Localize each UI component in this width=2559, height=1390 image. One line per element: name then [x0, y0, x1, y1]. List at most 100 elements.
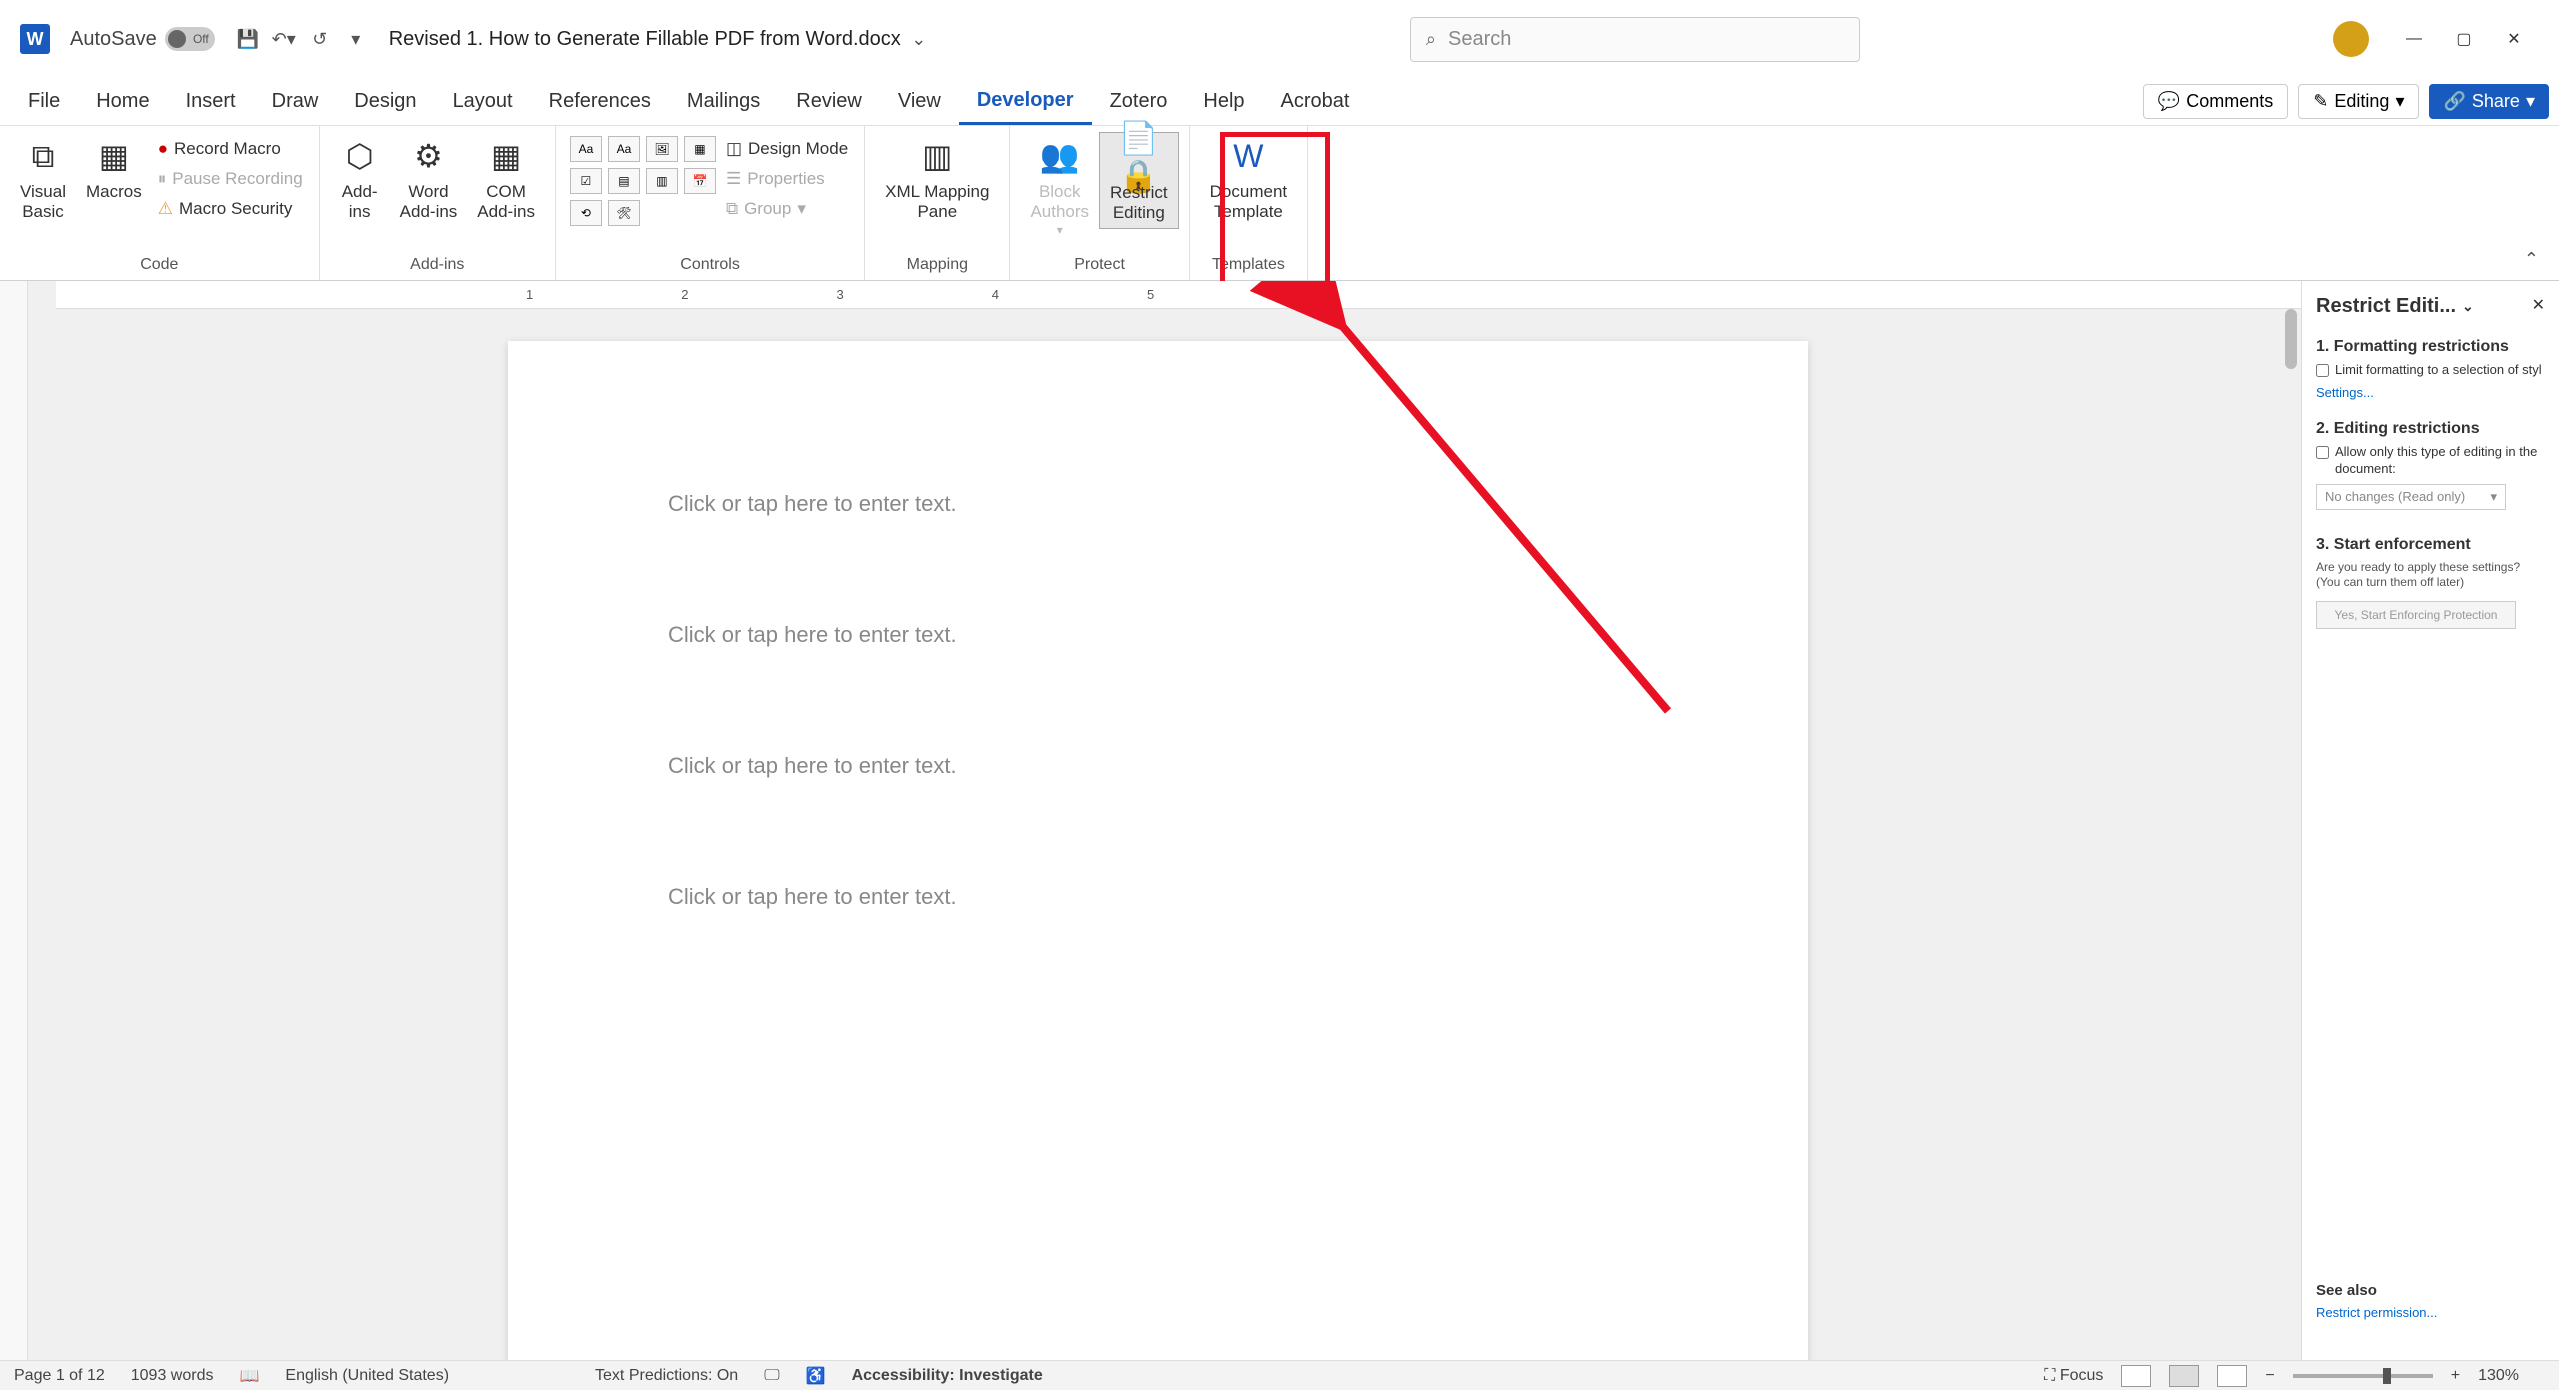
zoom-out-button[interactable]: − — [2265, 1367, 2274, 1385]
date-picker-control-icon[interactable]: 📅 — [684, 168, 716, 194]
editing-mode-button[interactable]: ✎ Editing ▾ — [2298, 84, 2419, 119]
titlebar: W AutoSave Off 💾 ↶▾ ↺ ▾ Revised 1. How t… — [0, 0, 2559, 78]
search-input[interactable]: ⌕ Search — [1410, 17, 1860, 62]
tab-file[interactable]: File — [10, 78, 78, 125]
share-button[interactable]: 🔗 Share ▾ — [2429, 84, 2549, 119]
toggle-off-icon[interactable]: Off — [165, 27, 215, 51]
vertical-ruler[interactable] — [0, 281, 28, 1360]
combobox-control-icon[interactable]: ▤ — [608, 168, 640, 194]
allow-editing-checkbox[interactable]: Allow only this type of editing in the d… — [2316, 444, 2545, 478]
design-mode-icon: ◫ — [726, 139, 742, 159]
content-control-placeholder[interactable]: Click or tap here to enter text. — [668, 884, 1648, 910]
vertical-scrollbar[interactable] — [2281, 309, 2301, 1360]
statusbar: Page 1 of 12 1093 words 📖 English (Unite… — [0, 1360, 2559, 1390]
design-mode-button[interactable]: ◫Design Mode — [720, 136, 854, 162]
spellcheck-icon[interactable]: 📖 — [239, 1366, 259, 1386]
comments-button[interactable]: 💬 Comments — [2143, 84, 2288, 119]
macros-icon: ▦ — [94, 136, 134, 176]
workspace: 1 2 3 4 5 6 Click or tap here to enter t… — [0, 281, 2559, 1360]
panel-close-button[interactable]: ✕ — [2532, 295, 2545, 315]
building-block-control-icon[interactable]: ▦ — [684, 136, 716, 162]
word-app-icon: W — [20, 24, 50, 54]
maximize-button[interactable]: ▢ — [2439, 14, 2489, 64]
tab-acrobat[interactable]: Acrobat — [1263, 78, 1368, 125]
qat-customize-icon[interactable]: ▾ — [342, 25, 370, 53]
tab-developer[interactable]: Developer — [959, 78, 1092, 125]
legacy-tools-icon[interactable]: 🛠 — [608, 200, 640, 226]
document-title: Revised 1. How to Generate Fillable PDF … — [389, 28, 901, 51]
tab-help[interactable]: Help — [1185, 78, 1262, 125]
dropdown-control-icon[interactable]: ▥ — [646, 168, 678, 194]
read-mode-view[interactable] — [2121, 1365, 2151, 1387]
collapse-ribbon-icon[interactable]: ⌃ — [2524, 249, 2539, 270]
ribbon-group-protect: 👥Block Authors▾ 📄🔒Restrict Editing Prote… — [1010, 126, 1189, 280]
ribbon-group-code: ⧉Visual Basic ▦Macros ●Record Macro ⏸Pau… — [0, 126, 320, 280]
word-count[interactable]: 1093 words — [131, 1367, 214, 1385]
focus-button[interactable]: ⛶ Focus — [2044, 1367, 2103, 1385]
content-control-placeholder[interactable]: Click or tap here to enter text. — [668, 622, 1648, 648]
zoom-level[interactable]: 130% — [2478, 1367, 2519, 1385]
content-control-placeholder[interactable]: Click or tap here to enter text. — [668, 491, 1648, 517]
macros-button[interactable]: ▦Macros — [76, 132, 152, 206]
minimize-button[interactable]: — — [2389, 14, 2439, 64]
document-page[interactable]: Click or tap here to enter text. Click o… — [508, 341, 1808, 1360]
macro-security-button[interactable]: ⚠Macro Security — [152, 196, 309, 222]
tab-mailings[interactable]: Mailings — [669, 78, 778, 125]
document-area: 1 2 3 4 5 6 Click or tap here to enter t… — [28, 281, 2301, 1360]
display-settings-icon[interactable]: 🖵 — [764, 1367, 779, 1385]
tab-references[interactable]: References — [531, 78, 669, 125]
rich-text-control-icon[interactable]: Aa — [570, 136, 602, 162]
close-button[interactable]: ✕ — [2489, 14, 2539, 64]
tab-view[interactable]: View — [880, 78, 959, 125]
doc-dropdown-icon[interactable]: ⌄ — [905, 25, 933, 53]
checkbox-control-icon[interactable]: ☑ — [570, 168, 602, 194]
panel-dropdown-icon[interactable]: ⌄ — [2462, 298, 2474, 315]
editing-type-dropdown[interactable]: No changes (Read only)▾ — [2316, 484, 2506, 510]
word-addins-button[interactable]: ⚙Word Add-ins — [390, 132, 468, 227]
group-label-protect: Protect — [1020, 252, 1178, 280]
language-indicator[interactable]: English (United States) — [285, 1367, 449, 1385]
tab-design[interactable]: Design — [336, 78, 434, 125]
controls-gallery[interactable]: Aa Aa 🖼 ▦ ☑ ▤ ▥ 📅 ⟲ 🛠 — [570, 136, 716, 226]
tab-layout[interactable]: Layout — [435, 78, 531, 125]
tab-draw[interactable]: Draw — [254, 78, 337, 125]
see-also-heading: See also — [2316, 1282, 2437, 1299]
properties-icon: ☰ — [726, 169, 741, 189]
warning-icon: ⚠ — [158, 199, 173, 219]
user-avatar[interactable] — [2333, 21, 2369, 57]
limit-formatting-checkbox[interactable]: Limit formatting to a selection of styl — [2316, 362, 2545, 379]
zoom-in-button[interactable]: + — [2451, 1367, 2460, 1385]
xml-mapping-button[interactable]: ▥XML Mapping Pane — [875, 132, 999, 227]
start-enforcing-button[interactable]: Yes, Start Enforcing Protection — [2316, 601, 2516, 629]
web-layout-view[interactable] — [2217, 1365, 2247, 1387]
settings-link[interactable]: Settings... — [2316, 385, 2545, 400]
visual-basic-button[interactable]: ⧉Visual Basic — [10, 132, 76, 227]
picture-control-icon[interactable]: 🖼 — [646, 136, 678, 162]
record-macro-button[interactable]: ●Record Macro — [152, 136, 309, 162]
com-addins-button[interactable]: ▦COM Add-ins — [467, 132, 545, 227]
print-layout-view[interactable] — [2169, 1365, 2199, 1387]
tab-insert[interactable]: Insert — [168, 78, 254, 125]
redo-icon[interactable]: ↺ — [306, 25, 334, 53]
tab-home[interactable]: Home — [78, 78, 167, 125]
undo-icon[interactable]: ↶▾ — [270, 25, 298, 53]
accessibility-status[interactable]: Accessibility: Investigate — [852, 1367, 1043, 1385]
content-control-placeholder[interactable]: Click or tap here to enter text. — [668, 753, 1648, 779]
save-icon[interactable]: 💾 — [234, 25, 262, 53]
addins-button[interactable]: ⬡Add- ins — [330, 132, 390, 227]
restrict-permission-link[interactable]: Restrict permission... — [2316, 1305, 2437, 1320]
autosave-label: AutoSave — [70, 28, 157, 51]
zoom-slider[interactable] — [2293, 1374, 2433, 1378]
autosave-toggle[interactable]: AutoSave Off — [70, 27, 215, 51]
text-predictions[interactable]: Text Predictions: On — [595, 1367, 738, 1385]
page-indicator[interactable]: Page 1 of 12 — [14, 1367, 105, 1385]
restrict-editing-button[interactable]: 📄🔒Restrict Editing — [1099, 132, 1179, 229]
record-icon: ● — [158, 139, 168, 159]
group-label-addins: Add-ins — [330, 252, 545, 280]
repeating-section-icon[interactable]: ⟲ — [570, 200, 602, 226]
pause-icon: ⏸ — [158, 169, 167, 189]
plain-text-control-icon[interactable]: Aa — [608, 136, 640, 162]
see-also-section: See also Restrict permission... — [2316, 1282, 2437, 1340]
tab-review[interactable]: Review — [778, 78, 880, 125]
horizontal-ruler[interactable]: 1 2 3 4 5 6 — [56, 281, 2301, 309]
